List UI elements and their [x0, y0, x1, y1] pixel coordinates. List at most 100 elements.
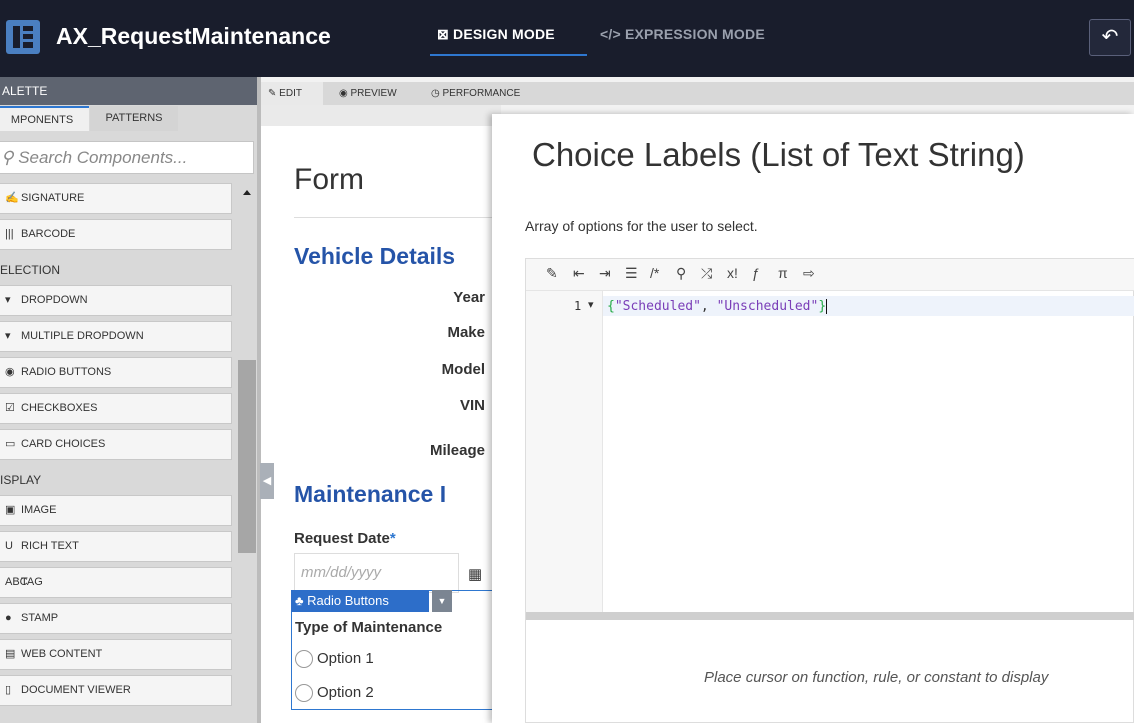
- radio-option-2[interactable]: Option 2: [295, 684, 374, 703]
- card-choices-icon: ▭: [5, 438, 16, 450]
- palette-item-label: MULTIPLE DROPDOWN: [21, 330, 144, 342]
- search-input[interactable]: ⚲ Search Components...: [0, 141, 254, 174]
- shuffle-icon[interactable]: ⤮: [701, 265, 712, 282]
- tab-preview[interactable]: ◉ PREVIEW: [339, 82, 397, 105]
- expression-editor[interactable]: ✎ ⇤ ⇥ ☰ /* ⚲ ⤮ x! ƒ π ⇨ 1 ▾ {"Scheduled", "Unsched…: [525, 258, 1134, 723]
- tab-performance[interactable]: ◷ PERFORMANCE: [431, 82, 520, 105]
- field-label-mileage: Mileage: [429, 442, 485, 459]
- text-cursor: [826, 299, 828, 314]
- eye-icon: ◉: [339, 88, 351, 99]
- radio-option-1[interactable]: Option 1: [295, 650, 374, 669]
- signature-icon: ✍: [5, 192, 19, 204]
- component-badge[interactable]: ♣ Radio Buttons: [291, 590, 429, 612]
- tag-icon: abc: [5, 576, 28, 588]
- palette-item-label: STAMP: [21, 612, 59, 624]
- component-badge-label: Radio Buttons: [307, 593, 389, 608]
- barcode-icon: |||: [5, 228, 14, 240]
- palette-scroll-thumb[interactable]: [238, 360, 256, 553]
- radio-buttons-component[interactable]: ♣ Radio Buttons ▼ Type of Maintenance Op…: [291, 590, 501, 710]
- required-mark: *: [389, 530, 396, 547]
- clock-icon: ◷: [431, 88, 443, 99]
- design-mode-label: DESIGN MODE: [453, 26, 555, 42]
- comment-icon[interactable]: /*: [650, 265, 659, 281]
- palette-item-dropdown[interactable]: ▾ DROPDOWN: [0, 285, 232, 316]
- function-icon[interactable]: ƒ: [752, 265, 760, 281]
- list-icon[interactable]: ☰: [625, 265, 638, 282]
- indent-icon[interactable]: ⇥: [599, 265, 611, 282]
- palette-item-multiple-dropdown[interactable]: ▾ MULTIPLE DROPDOWN: [0, 321, 232, 352]
- palette-item-barcode[interactable]: ||| BARCODE: [0, 219, 232, 250]
- editor-tabs: ✎ EDIT ◉ PREVIEW ◷ PERFORMANCE: [261, 82, 1134, 105]
- collapse-palette-button[interactable]: ◀: [260, 463, 274, 499]
- help-hint: Place cursor on function, rule, or const…: [704, 669, 1049, 686]
- expression-mode-tab[interactable]: </> EXPRESSION MODE: [600, 26, 765, 42]
- app-icon[interactable]: [6, 20, 40, 54]
- request-date-input[interactable]: mm/dd/yyyy: [294, 553, 459, 593]
- form-title: Form: [294, 163, 364, 196]
- palette-item-label: TAG: [21, 576, 43, 588]
- pi-icon[interactable]: π: [778, 265, 788, 281]
- palette-item-label: CHECKBOXES: [21, 402, 98, 414]
- outdent-icon[interactable]: ⇤: [573, 265, 585, 282]
- search-icon: ⚲: [1, 148, 19, 167]
- line-gutter: [526, 291, 603, 612]
- calendar-icon[interactable]: ▦: [468, 565, 482, 583]
- image-icon: ▣: [5, 504, 16, 516]
- chevron-left-icon: ◀: [262, 475, 272, 487]
- palette-item-card-choices[interactable]: ▭ CARD CHOICES: [0, 429, 232, 460]
- scroll-up-arrow-icon[interactable]: [243, 190, 251, 195]
- edit-icon: ✎: [268, 88, 280, 99]
- code-brace-open: {: [607, 299, 615, 314]
- palette-item-rich-text[interactable]: U RICH TEXT: [0, 531, 232, 562]
- palette-item-label: IMAGE: [21, 504, 57, 516]
- editor-divider[interactable]: [526, 612, 1134, 620]
- active-mode-indicator: [430, 54, 587, 56]
- palette-item-document-viewer[interactable]: ▯ DOCUMENT VIEWER: [0, 675, 232, 706]
- palette-item-label: RICH TEXT: [21, 540, 79, 552]
- expression-editor-dialog: Choice Labels (List of Text String) Arra…: [492, 114, 1134, 723]
- canvas-strip: [261, 105, 501, 126]
- palette-item-radio-buttons[interactable]: ◉ RADIO BUTTONS: [0, 357, 232, 388]
- radio-option-label: Option 1: [317, 650, 374, 667]
- palette-item-web-content[interactable]: ▤ WEB CONTENT: [0, 639, 232, 670]
- palette-item-label: CARD CHOICES: [21, 438, 106, 450]
- export-icon[interactable]: ⇨: [803, 265, 815, 282]
- palette-item-image[interactable]: ▣ IMAGE: [0, 495, 232, 526]
- code-string-1: "Scheduled": [614, 299, 701, 314]
- search-icon[interactable]: ⚲: [676, 265, 686, 282]
- palette-item-label: RADIO BUTTONS: [21, 366, 112, 378]
- palette-item-label: SIGNATURE: [21, 192, 85, 204]
- component-menu-button[interactable]: ▼: [432, 590, 452, 612]
- magic-wand-icon[interactable]: ✎: [546, 265, 558, 282]
- palette-item-signature[interactable]: ✍ SIGNATURE: [0, 183, 232, 214]
- palette-item-checkboxes[interactable]: ☑ CHECKBOXES: [0, 393, 232, 424]
- multiple-dropdown-icon: ▾: [5, 330, 11, 342]
- field-label-model: Model: [441, 361, 485, 378]
- radio-option-label: Option 2: [317, 684, 374, 701]
- tab-edit[interactable]: ✎ EDIT: [261, 82, 323, 105]
- fold-arrow-icon[interactable]: ▾: [588, 298, 594, 311]
- tab-patterns[interactable]: PATTERNS: [90, 106, 178, 131]
- code-string-2: "Unscheduled": [716, 299, 819, 314]
- app-title: AX_RequestMaintenance: [56, 23, 331, 49]
- rich-text-icon: U: [5, 540, 13, 552]
- divider: [294, 217, 494, 218]
- radio-circle-icon[interactable]: [295, 684, 313, 703]
- palette-item-stamp[interactable]: ● STAMP: [0, 603, 232, 634]
- dropdown-icon: ▾: [5, 294, 11, 306]
- code-line-1[interactable]: {"Scheduled", "Unscheduled"}: [607, 299, 828, 314]
- radio-icon: ◉: [5, 366, 15, 378]
- code-separator: ,: [700, 299, 717, 314]
- form-canvas: Form Vehicle Details Year Make Model VIN…: [261, 105, 501, 723]
- design-mode-tab[interactable]: ⊠ DESIGN MODE: [437, 26, 555, 43]
- editor-toolbar: ✎ ⇤ ⇥ ☰ /* ⚲ ⤮ x! ƒ π ⇨: [526, 259, 1134, 291]
- document-viewer-icon: ▯: [5, 684, 12, 696]
- search-placeholder: Search Components...: [18, 148, 188, 167]
- radio-circle-icon[interactable]: [295, 650, 313, 669]
- palette-item-tag[interactable]: abcTAG: [0, 567, 232, 598]
- chevron-down-icon: ▼: [437, 596, 447, 606]
- tab-components[interactable]: MPONENTS: [0, 106, 89, 131]
- tab-performance-label: PERFORMANCE: [442, 88, 521, 99]
- undo-button[interactable]: ↶: [1089, 19, 1131, 56]
- not-icon[interactable]: x!: [727, 265, 738, 281]
